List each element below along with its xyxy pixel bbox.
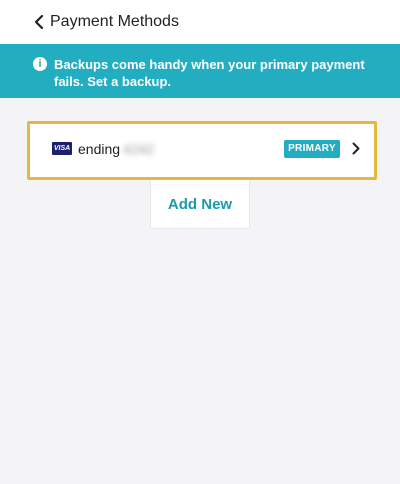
payment-method-row[interactable]: VISA ending 4242 PRIMARY bbox=[36, 130, 368, 170]
primary-badge: PRIMARY bbox=[284, 140, 340, 158]
banner-message: Backups come handy when your primary pay… bbox=[54, 57, 365, 89]
backup-info-banner: i Backups come handy when your primary p… bbox=[0, 44, 400, 98]
back-button[interactable]: Payment Methods bbox=[34, 12, 179, 32]
highlighted-payment-method: VISA ending 4242 PRIMARY bbox=[27, 121, 377, 180]
add-new-button[interactable]: Add New bbox=[150, 180, 250, 229]
page-title: Payment Methods bbox=[50, 13, 179, 30]
card-last4: 4242 bbox=[123, 141, 155, 157]
header-bar: Payment Methods bbox=[0, 0, 400, 44]
chevron-left-icon bbox=[34, 14, 44, 30]
card-ending-label: ending bbox=[78, 141, 121, 157]
info-icon: i bbox=[33, 57, 47, 71]
card-description: ending 4242 bbox=[78, 140, 154, 158]
visa-logo-icon: VISA bbox=[52, 142, 72, 155]
chevron-right-icon bbox=[352, 142, 360, 155]
